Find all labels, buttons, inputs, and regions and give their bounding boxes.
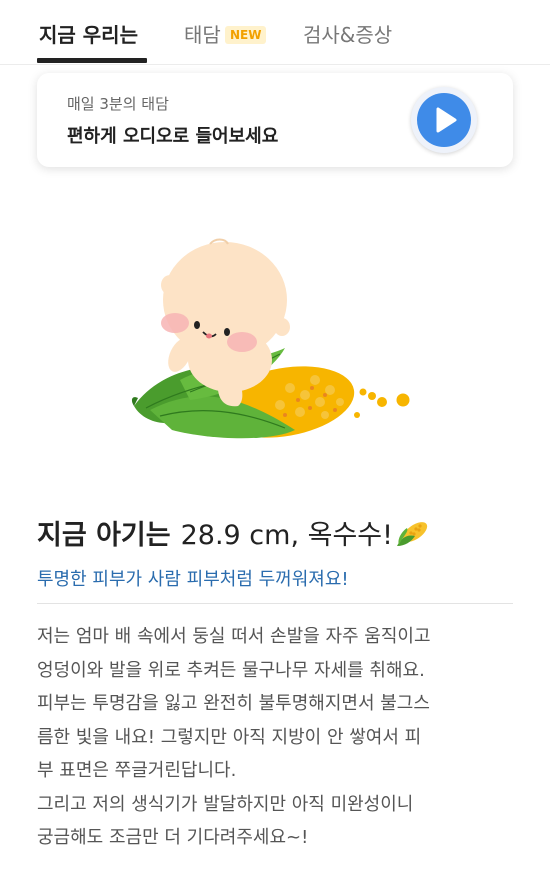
baby-headline: 지금 아기는 28.9 cm, 옥수수! [37,513,429,555]
description-line: 그리고 저의 생식기가 발달하지만 아직 미완성이니 [37,793,414,815]
description-line: 저는 엄마 배 속에서 둥실 떠서 손발을 자주 움직이고 [37,626,431,647]
description-line: 엉덩이와 발을 위로 추켜든 물구나무 자세를 취해요. [37,659,425,681]
top-tab-bar: 지금 우리는 태담 NEW 검사&증상 [0,0,550,65]
tab-now[interactable]: 지금 우리는 [39,20,138,50]
new-badge: NEW [225,26,267,44]
baby-description: 저는 엄마 배 속에서 둥실 떠서 손발을 자주 움직이고 엉덩이와 발을 위로… [37,620,517,855]
tab-taedam[interactable]: 태담 [184,20,221,50]
description-line: 궁금해도 조금만 더 기다려주세요~! [37,827,309,848]
active-tab-indicator [37,58,147,63]
description-line: 름한 빛을 내요! 그렇지만 아직 지방이 안 쌓여서 피 [37,726,422,748]
baby-size-value: 28.9 cm, 옥수수! [180,520,393,551]
description-line: 피부는 투명감을 잃고 완전히 불투명해지면서 불그스 [37,693,430,714]
audio-subtitle: 매일 3분의 태담 [67,95,169,113]
audio-card[interactable]: 매일 3분의 태담 편하게 오디오로 들어보세요 [37,73,513,167]
play-icon [417,93,471,147]
baby-corn-illustration [120,230,420,450]
audio-title: 편하게 오디오로 들어보세요 [67,126,279,147]
corn-icon [395,518,429,555]
description-line: 부 표면은 쭈글거린답니다. [37,760,237,781]
divider [37,603,513,604]
tab-checkups-symptoms[interactable]: 검사&증상 [303,20,392,50]
play-button[interactable] [411,87,477,153]
baby-subtitle: 투명한 피부가 사람 피부처럼 두꺼워져요! [37,569,349,590]
headline-label: 지금 아기는 [37,520,171,551]
